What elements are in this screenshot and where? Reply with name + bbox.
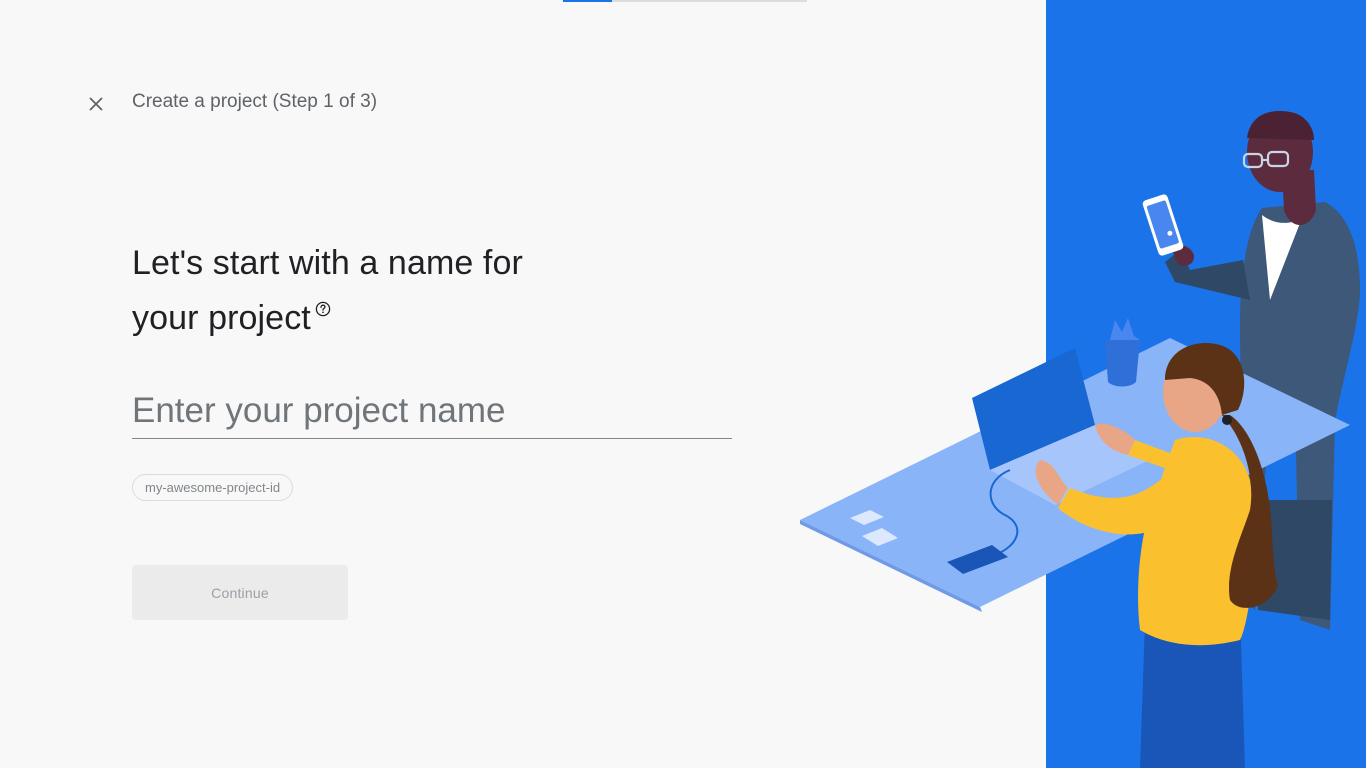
close-button[interactable] <box>80 88 112 120</box>
project-id-chip[interactable]: my-awesome-project-id <box>132 474 294 501</box>
page-title-line2-text: your project <box>132 299 311 337</box>
create-project-page: Create a project (Step 1 of 3) Let's sta… <box>0 0 1366 768</box>
progress-bar-fill <box>563 0 612 2</box>
project-name-input[interactable] <box>132 384 732 439</box>
page-title-line2: your project <box>132 291 652 346</box>
page-title-line1: Let's start with a name for <box>132 244 523 282</box>
close-icon <box>89 97 103 111</box>
page-title: Let's start with a name for your project <box>132 236 652 346</box>
continue-button[interactable]: Continue <box>132 565 348 620</box>
step-title: Create a project (Step 1 of 3) <box>132 91 378 112</box>
progress-bar <box>563 0 807 2</box>
team-illustration <box>800 0 1366 768</box>
help-icon[interactable] <box>315 301 331 317</box>
